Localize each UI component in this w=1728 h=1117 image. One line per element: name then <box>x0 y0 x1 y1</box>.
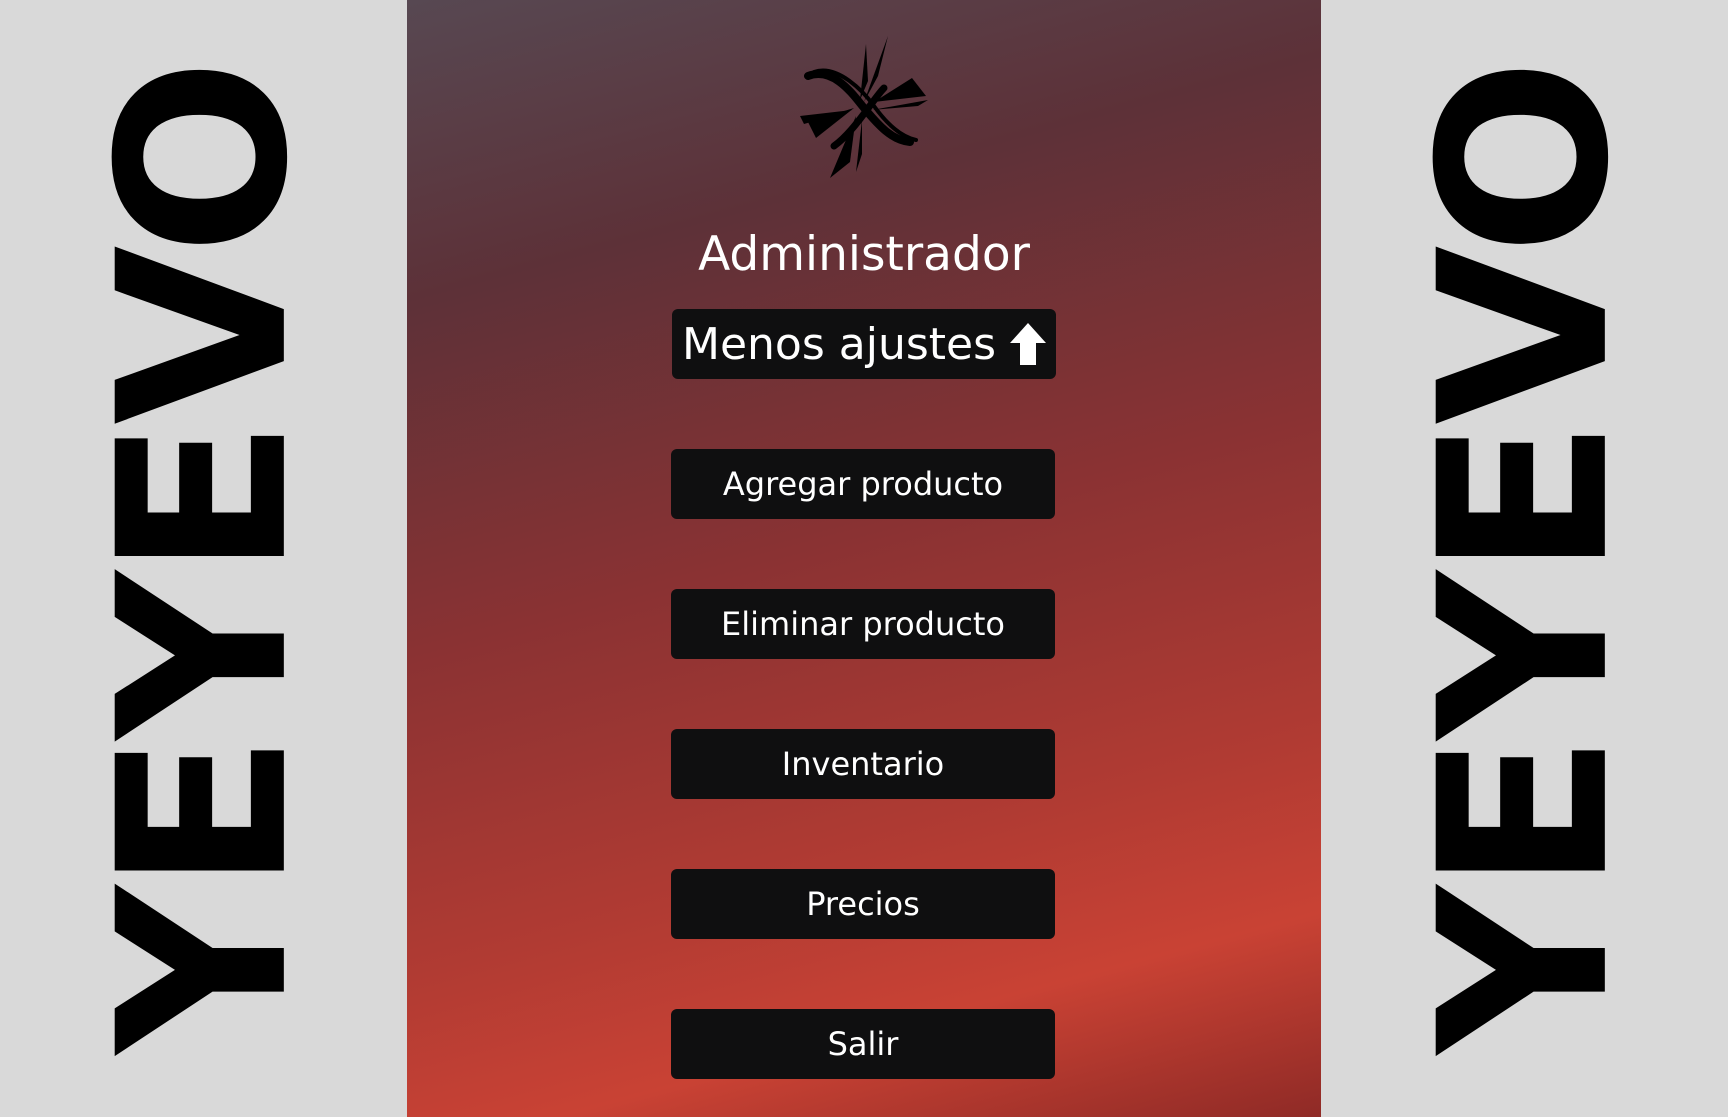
brand-wordmark-left: YEYEVO <box>68 63 339 1054</box>
page-title: Administrador <box>698 227 1030 282</box>
admin-screen: YEYEVO Administrador Menos ajustes Agreg… <box>0 0 1728 1117</box>
exit-button[interactable]: Salir <box>671 1009 1055 1079</box>
prices-button[interactable]: Precios <box>671 869 1055 939</box>
left-brand-panel: YEYEVO <box>0 0 407 1117</box>
inventory-label: Inventario <box>781 745 945 783</box>
delete-product-label: Eliminar producto <box>721 605 1005 643</box>
less-settings-button[interactable]: Menos ajustes <box>672 309 1056 379</box>
prices-label: Precios <box>806 885 920 923</box>
arrow-up-icon <box>1010 323 1046 365</box>
admin-panel: Administrador Menos ajustes Agregar prod… <box>407 0 1321 1117</box>
add-product-button[interactable]: Agregar producto <box>671 449 1055 519</box>
right-brand-panel: YEYEVO <box>1321 0 1728 1117</box>
inventory-button[interactable]: Inventario <box>671 729 1055 799</box>
delete-product-button[interactable]: Eliminar producto <box>671 589 1055 659</box>
brand-wordmark-right: YEYEVO <box>1389 63 1660 1054</box>
add-product-label: Agregar producto <box>722 465 1004 503</box>
brand-logo-icon <box>800 36 928 178</box>
less-settings-label: Menos ajustes <box>682 318 996 370</box>
exit-label: Salir <box>827 1025 899 1063</box>
